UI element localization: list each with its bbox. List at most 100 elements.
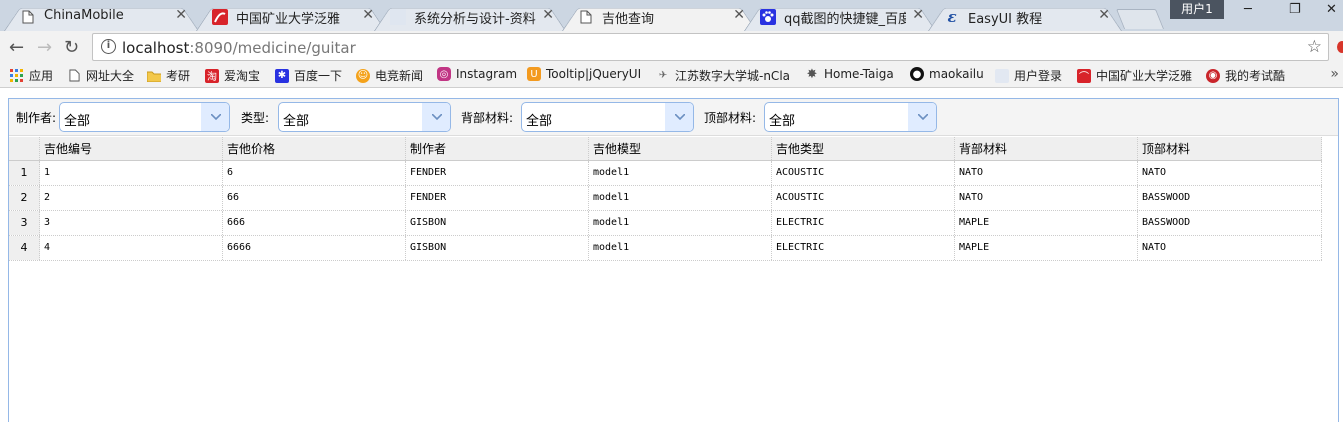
column-header[interactable]: 吉他编号: [40, 137, 223, 160]
tab-baidu[interactable]: qq截图的快捷键_百度搜 ✕: [744, 3, 936, 31]
browser-tab-strip: ChinaMobile ✕ 中国矿业大学泛雅 ✕ 系统分析与设计-资料 ✕ 吉他…: [0, 0, 1343, 31]
telescope-icon: ✈: [658, 70, 668, 81]
table-row[interactable]: 2 2 66 FENDER model1 ACOUSTIC NATO BASSW…: [9, 186, 1322, 211]
exam-icon: ◉: [1206, 68, 1220, 83]
filter-label-builder: 制作者:: [16, 111, 57, 125]
table-cell: 2: [40, 186, 223, 210]
tab-title: qq截图的快捷键_百度搜: [784, 12, 906, 27]
chevron-down-icon[interactable]: [665, 103, 693, 131]
blank-icon: [995, 68, 1009, 83]
bookmark-label: 百度一下: [294, 69, 343, 83]
bookmark-label: 爱淘宝: [224, 69, 261, 83]
url-host: localhost: [122, 39, 190, 57]
table-cell: BASSWOOD: [1138, 186, 1322, 210]
table-cell: 1: [40, 161, 223, 185]
row-number: 4: [9, 236, 40, 260]
bookmark-home-taiga[interactable]: ✸ Home-Taiga: [805, 67, 894, 82]
window-close-icon[interactable]: ✕: [1326, 2, 1337, 17]
column-header[interactable]: 吉他价格: [223, 137, 406, 160]
forward-icon[interactable]: →: [37, 37, 52, 58]
bookmark-instagram[interactable]: ◎ Instagram: [437, 67, 517, 81]
column-header[interactable]: 背部材料: [955, 137, 1138, 160]
address-bar[interactable]: i localhost:8090/medicine/guitar ☆: [92, 33, 1329, 61]
url-text[interactable]: localhost:8090/medicine/guitar: [122, 39, 356, 57]
back-icon[interactable]: ←: [9, 37, 24, 58]
esports-icon: ☺: [356, 68, 370, 83]
bookmark-baidu[interactable]: ✱ 百度一下: [275, 67, 342, 84]
table-cell: model1: [589, 161, 772, 185]
table-cell: 3: [40, 211, 223, 235]
bookmark-aitaobao[interactable]: 淘 爱淘宝: [205, 67, 260, 84]
folder-icon: [147, 69, 161, 83]
row-number: 1: [9, 161, 40, 185]
table-row[interactable]: 4 4 6666 GISBON model1 ELECTRIC MAPLE NA…: [9, 236, 1322, 261]
maximize-icon[interactable]: ❐: [1289, 2, 1301, 17]
column-header[interactable]: 顶部材料: [1138, 137, 1322, 160]
tab-easyui[interactable]: ε EasyUI 教程 ✕: [928, 3, 1122, 31]
minimize-icon[interactable]: ─: [1244, 2, 1252, 17]
chevron-down-icon[interactable]: [422, 103, 450, 131]
bookmarks-bar: 应用 网址大全 考研 淘 爱淘宝 ✱ 百度一下 ☺ 电竞新闻 ◎ Instagr…: [0, 63, 1343, 88]
table-row[interactable]: 1 1 6 FENDER model1 ACOUSTIC NATO NATO: [9, 161, 1322, 186]
bookmark-tooltip-jqueryui[interactable]: U Tooltip|jQueryUI: [527, 67, 641, 81]
filter-label-backwood: 背部材料:: [461, 111, 514, 125]
bookmark-jiangsu[interactable]: ✈ 江苏数字大学城-nCla: [656, 67, 790, 84]
table-cell: NATO: [1138, 236, 1322, 260]
table-cell: FENDER: [406, 161, 589, 185]
site-info-icon[interactable]: i: [101, 39, 116, 54]
bookmark-label: 电竞新闻: [375, 69, 424, 83]
table-cell: ELECTRIC: [772, 211, 955, 235]
close-icon[interactable]: ✕: [175, 7, 187, 23]
column-header[interactable]: 吉他类型: [772, 137, 955, 160]
topwood-combobox[interactable]: 全部: [764, 102, 937, 132]
baidu-icon: [760, 9, 776, 25]
table-cell: NATO: [955, 161, 1138, 185]
datagrid-header: 吉他编号 吉他价格 制作者 吉他模型 吉他类型 背部材料 顶部材料: [9, 137, 1322, 161]
close-icon[interactable]: ✕: [1098, 7, 1110, 23]
backwood-combobox[interactable]: 全部: [521, 102, 694, 132]
column-header[interactable]: 制作者: [406, 137, 589, 160]
tab-system-analysis[interactable]: 系统分析与设计-资料 ✕: [374, 3, 566, 31]
type-combobox[interactable]: 全部: [278, 102, 451, 132]
chevron-down-icon[interactable]: [201, 103, 229, 131]
column-header[interactable]: 吉他模型: [589, 137, 772, 160]
bookmarks-overflow-icon[interactable]: »: [1330, 66, 1339, 82]
bookmark-star-icon[interactable]: ☆: [1307, 37, 1322, 57]
reload-icon[interactable]: ↻: [64, 37, 79, 58]
bookmark-chaoxing[interactable]: ⌒ 中国矿业大学泛雅: [1077, 67, 1192, 84]
profile-button[interactable]: 用户1: [1170, 0, 1224, 19]
table-cell: NATO: [1138, 161, 1322, 185]
extension-icon[interactable]: [1337, 41, 1343, 53]
bookmark-user-login[interactable]: 用户登录: [995, 67, 1062, 84]
row-number: 2: [9, 186, 40, 210]
close-icon[interactable]: ✕: [362, 7, 374, 23]
table-row[interactable]: 3 3 666 GISBON model1 ELECTRIC MAPLE BAS…: [9, 211, 1322, 236]
new-tab-button[interactable]: [1115, 9, 1165, 29]
row-number: 3: [9, 211, 40, 235]
url-path: :8090/medicine/guitar: [189, 39, 356, 57]
close-icon[interactable]: ✕: [542, 7, 554, 23]
bookmark-esports[interactable]: ☺ 电竞新闻: [356, 67, 423, 84]
bookmark-maokailu[interactable]: ● maokailu: [910, 67, 984, 81]
bookmark-exam[interactable]: ◉ 我的考试酷: [1206, 67, 1285, 84]
builder-combobox[interactable]: 全部: [59, 102, 230, 132]
bookmark-label: 江苏数字大学城-nCla: [675, 69, 791, 83]
bookmark-label: 中国矿业大学泛雅: [1096, 69, 1193, 83]
tab-chaoxing[interactable]: 中国矿业大学泛雅 ✕: [196, 3, 386, 31]
bookmark-label: Tooltip|jQueryUI: [546, 67, 642, 81]
chaoxing-icon: ⌒: [1077, 68, 1091, 83]
bookmark-label: Instagram: [456, 67, 518, 81]
combobox-value: 全部: [526, 114, 553, 129]
page-icon: [67, 69, 81, 83]
bookmark-wangzhidaquan[interactable]: 网址大全: [67, 67, 134, 84]
chevron-down-icon[interactable]: [908, 103, 936, 131]
github-icon: ●: [910, 67, 924, 81]
browser-toolbar: ← → ↻ i localhost:8090/medicine/guitar ☆: [0, 31, 1343, 63]
table-cell: ELECTRIC: [772, 236, 955, 260]
tab-guitar-query[interactable]: 吉他查询 ✕: [562, 3, 757, 31]
table-cell: model1: [589, 186, 772, 210]
close-icon[interactable]: ✕: [912, 7, 924, 23]
bookmark-apps[interactable]: 应用: [10, 67, 53, 84]
bookmark-kaoyan[interactable]: 考研: [147, 67, 190, 84]
tab-chinamobile[interactable]: ChinaMobile ✕: [4, 3, 199, 31]
